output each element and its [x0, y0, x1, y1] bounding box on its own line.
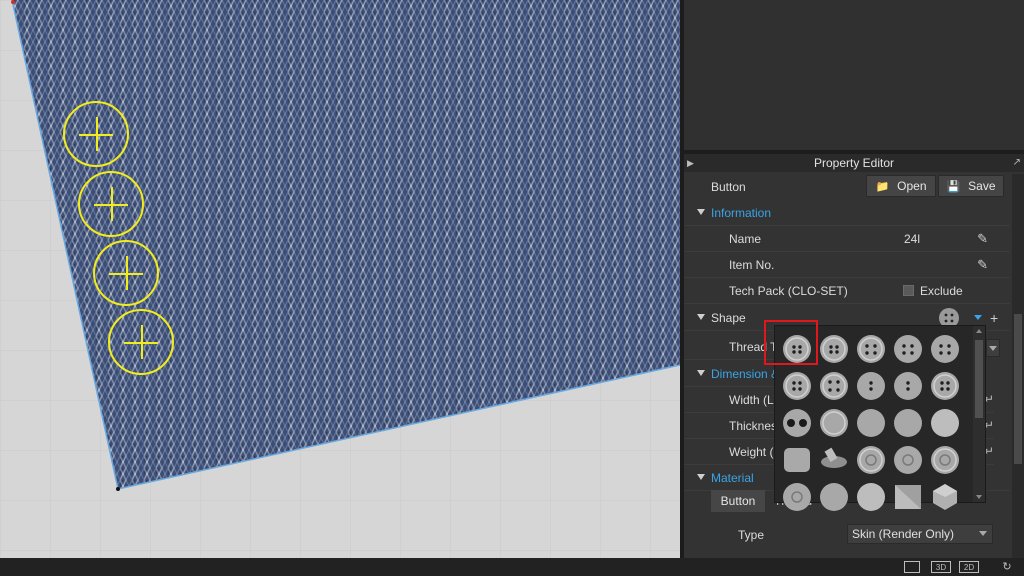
property-label: Width (L) [729, 393, 778, 407]
undock-icon[interactable]: ↗ [1013, 154, 1021, 172]
expand-triangle-icon[interactable] [697, 474, 705, 480]
property-label: Tech Pack (CLO-SET) [729, 284, 848, 298]
pattern-2d-viewport[interactable] [0, 0, 680, 558]
button-placement-marker[interactable] [63, 101, 129, 167]
folder-icon: 📁 [875, 181, 890, 193]
chevron-down-icon [979, 531, 987, 536]
section-header-information[interactable]: Information [684, 200, 1010, 226]
button-4-hole-flat-2-icon[interactable] [781, 370, 811, 400]
button-2-hole-flat-icon[interactable] [818, 333, 848, 363]
button-4-hole-plain-icon[interactable] [929, 333, 959, 363]
property-label: Name [729, 232, 762, 246]
exclude-label: Exclude [920, 284, 963, 298]
floppy-disk-icon: 💾 [946, 181, 961, 193]
property-label: Item No. [729, 258, 775, 272]
view-2d-button[interactable]: 2D [959, 561, 979, 573]
button-swirl-icon[interactable] [781, 481, 811, 511]
button-faceted-icon[interactable] [929, 481, 959, 511]
shape-library-scrollbar[interactable] [973, 326, 985, 502]
section-label: Shape [711, 311, 746, 325]
button-blank-3-icon[interactable] [892, 407, 922, 437]
button-4-hole-ring-icon[interactable] [818, 370, 848, 400]
view-3d-button[interactable]: 3D [931, 561, 951, 573]
object-browser-panel [684, 0, 1024, 150]
view-3d-label: 3D [935, 563, 947, 572]
expand-triangle-icon[interactable] [697, 370, 705, 376]
section-label: Material [711, 471, 754, 485]
refresh-icon[interactable]: ↻ [1000, 561, 1014, 573]
property-editor-titlebar: ▶ Property Editor ↗ [684, 154, 1024, 172]
button-blank-2-icon[interactable] [855, 407, 885, 437]
property-row-item-no: Item No. ✎ [684, 252, 1010, 278]
button-4-hole-rim-icon[interactable] [855, 333, 885, 363]
button-sphere-icon[interactable] [929, 407, 959, 437]
scroll-down-arrow-icon[interactable] [976, 495, 982, 499]
collapse-arrow-icon[interactable]: ▶ [687, 154, 694, 172]
material-type-value: Skin (Render Only) [852, 527, 955, 541]
save-button[interactable]: 💾 Save [938, 175, 1004, 197]
property-row-tech-pack: Tech Pack (CLO-SET) Exclude [684, 278, 1010, 304]
section-label: Information [711, 206, 772, 220]
button-placement-marker[interactable] [78, 171, 144, 237]
status-bar: 3D 2D ↻ [0, 558, 1024, 576]
layout-toggle-icon[interactable] [904, 561, 920, 573]
button-2-hole-tiny-icon[interactable] [892, 370, 922, 400]
thread-type-dropdown[interactable] [986, 339, 1000, 357]
button-placement-marker[interactable] [108, 309, 174, 375]
button-2-hole-large-icon[interactable] [781, 407, 811, 437]
exclude-checkbox[interactable] [903, 285, 914, 296]
section-label: Dimension & [711, 367, 780, 381]
button-shank-icon[interactable] [818, 444, 848, 474]
save-button-label: Save [968, 179, 996, 193]
open-button-label: Open [897, 179, 927, 193]
button-4-hole-flat-icon[interactable] [892, 333, 922, 363]
object-type-label: Button [711, 180, 746, 194]
edit-pencil-icon[interactable]: ✎ [977, 257, 988, 273]
button-ring-icon[interactable] [892, 444, 922, 474]
property-label: Type [738, 528, 765, 542]
button-snap-icon[interactable] [855, 444, 885, 474]
button-placement-marker[interactable] [93, 240, 159, 306]
button-2-hole-small-icon[interactable] [855, 370, 885, 400]
clo-app-window: ▶ Property Editor ↗ Button 📁 Open 💾 Save I… [0, 0, 1024, 576]
property-editor-scrollbar[interactable] [1012, 174, 1024, 558]
scrollbar-thumb[interactable] [1014, 314, 1022, 464]
name-value-field[interactable]: 24l [904, 232, 920, 246]
expand-triangle-icon[interactable] [697, 209, 705, 215]
chevron-down-icon [989, 346, 997, 351]
property-editor-title: Property Editor [813, 156, 895, 170]
button-ball-icon[interactable] [855, 481, 885, 511]
tab-label: Button [720, 494, 756, 508]
scrollbar-thumb[interactable] [975, 340, 983, 418]
edit-pencil-icon[interactable]: ✎ [977, 231, 988, 247]
view-2d-label: 2D [963, 563, 975, 572]
button-dome-icon[interactable] [818, 481, 848, 511]
selected-shape-highlight [764, 320, 818, 365]
property-label: Weight (g [729, 445, 781, 459]
button-square-icon[interactable] [781, 444, 811, 474]
button-blank-icon[interactable] [818, 407, 848, 437]
button-snap-2-icon[interactable] [929, 444, 959, 474]
open-button[interactable]: 📁 Open [866, 175, 936, 197]
material-type-select[interactable]: Skin (Render Only) [847, 524, 993, 544]
add-shape-icon[interactable]: + [990, 310, 998, 326]
button-pyramid-icon[interactable] [892, 481, 922, 511]
property-row-name: Name 24l ✎ [684, 226, 1010, 252]
expand-triangle-icon[interactable] [697, 314, 705, 320]
button-4-hole-small-icon[interactable] [929, 370, 959, 400]
tab-material-button[interactable]: Button [711, 490, 765, 512]
scroll-up-arrow-icon[interactable] [976, 329, 982, 333]
shape-dropdown-arrow-icon[interactable] [974, 315, 982, 320]
